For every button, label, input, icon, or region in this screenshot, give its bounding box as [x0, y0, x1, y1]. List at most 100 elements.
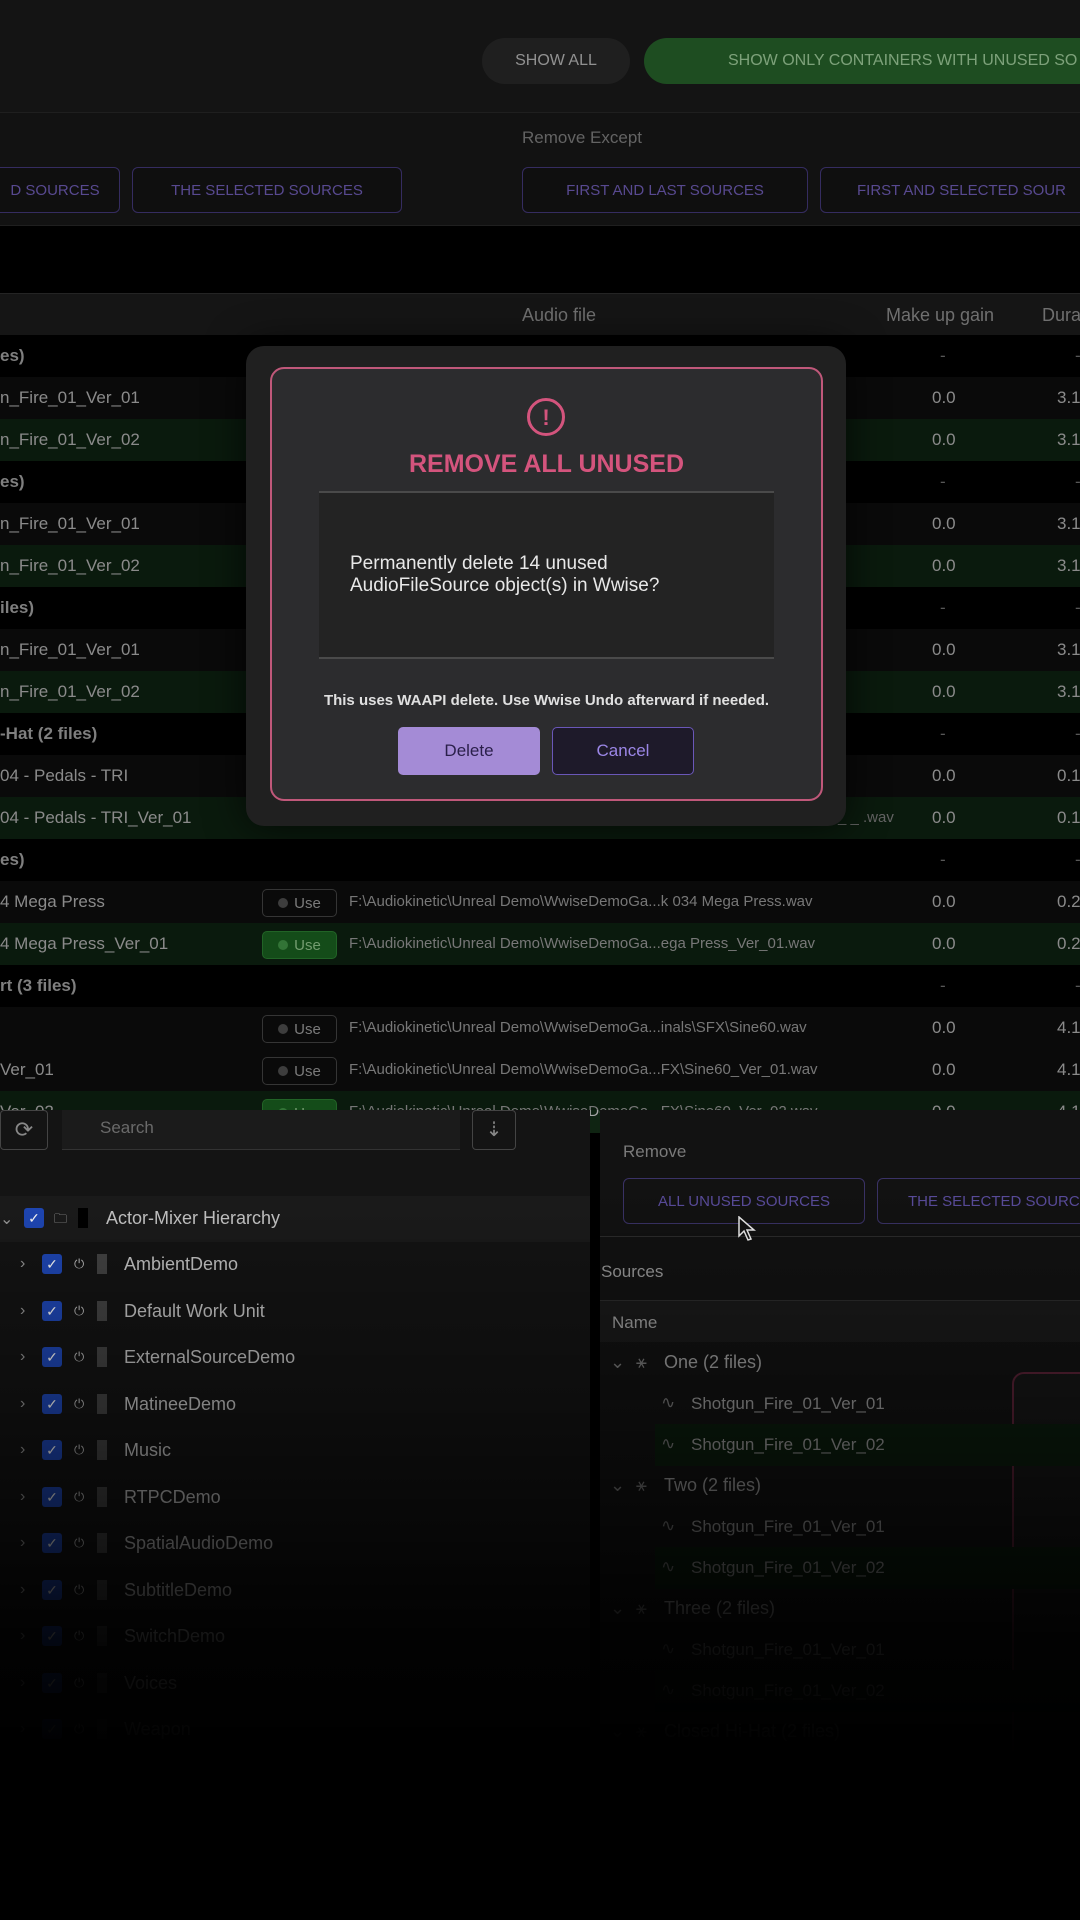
tree-item[interactable]: › ✓ ⏻ AmbientDemo: [0, 1242, 590, 1288]
chevron-right-icon[interactable]: ›: [20, 1627, 25, 1645]
chevron-right-icon[interactable]: ›: [20, 1720, 25, 1738]
tree-root[interactable]: ⌄ ✓ 🗀 Actor-Mixer Hierarchy: [0, 1196, 590, 1242]
checkbox[interactable]: ✓: [42, 1347, 62, 1367]
gain-empty: -: [940, 598, 946, 617]
search-input[interactable]: Search: [62, 1110, 460, 1150]
duration: 3.1: [1057, 430, 1080, 449]
row-name: rt (3 files): [0, 976, 77, 995]
column-audio-file[interactable]: Audio file: [522, 305, 596, 326]
chevron-right-icon[interactable]: ›: [20, 1488, 25, 1506]
checkbox[interactable]: ✓: [42, 1254, 62, 1274]
chevron-right-icon[interactable]: ›: [20, 1534, 25, 1552]
checkbox[interactable]: ✓: [42, 1579, 62, 1600]
gain-empty: -: [940, 850, 946, 869]
work-unit-icon: ⏻: [74, 1256, 85, 1271]
make-up-gain: 0.0: [932, 640, 956, 659]
use-toggle[interactable]: Use: [262, 1057, 337, 1085]
selected-sources-button[interactable]: THE SELECTED SOURC: [877, 1178, 1080, 1224]
duration-empty: -: [1075, 598, 1080, 618]
source-file[interactable]: ∿ Shotgun_Fire_01_Ver_02: [655, 1547, 1080, 1589]
chevron-right-icon[interactable]: ›: [20, 1441, 25, 1459]
duration: 3.1: [1057, 556, 1080, 575]
source-file[interactable]: ∿ Shotgun_Fire_01_Ver_01: [655, 1629, 1080, 1671]
except-first-selected-button[interactable]: FIRST AND SELECTED SOUR: [820, 167, 1080, 213]
column-duration[interactable]: Dura: [1042, 305, 1080, 326]
group-row[interactable]: es) - -: [0, 839, 1080, 881]
source-file[interactable]: ∿ Shotgun_Fire_01_Ver_01: [655, 1383, 1080, 1425]
table-row[interactable]: Use F:\Audiokinetic\Unreal Demo\WwiseDemo…: [0, 1007, 1080, 1049]
source-group-label: Closed Hi-Hat (2 files): [664, 1721, 841, 1741]
duration-empty: -: [1075, 850, 1080, 870]
work-unit-icon: ⏻: [74, 1581, 85, 1597]
checkbox[interactable]: ✓: [42, 1719, 62, 1739]
row-name: Ver_01: [0, 1060, 54, 1079]
source-group[interactable]: ⌄ ⚹ Two (2 files): [600, 1465, 1080, 1507]
sort-icon[interactable]: ⇣: [472, 1110, 516, 1150]
tree-item[interactable]: › ✓ ⏻ SpatialAudioDemo: [0, 1521, 590, 1567]
tree-item[interactable]: › ✓ ⏻ SubtitleDemo: [0, 1568, 590, 1614]
chevron-down-icon[interactable]: ⌄: [610, 1352, 625, 1373]
except-first-last-button[interactable]: FIRST AND LAST SOURCES: [522, 167, 808, 213]
tree-item-label: Music: [124, 1440, 172, 1460]
show-all-button[interactable]: SHOW ALL: [482, 38, 630, 84]
duration-empty: -: [1075, 472, 1080, 492]
column-name[interactable]: Name: [612, 1313, 657, 1333]
table-row[interactable]: 4 Mega Press Use F:\Audiokinetic\Unreal De…: [0, 881, 1080, 923]
tree-item[interactable]: › ✓ ⏻ Default Work Unit: [0, 1289, 590, 1335]
chevron-down-icon[interactable]: ⌄: [610, 1598, 625, 1619]
row-name: 4 Mega Press_Ver_01: [0, 934, 169, 953]
checkbox[interactable]: ✓: [42, 1393, 62, 1414]
checkbox[interactable]: ✓: [42, 1626, 62, 1646]
source-group[interactable]: ⌄ ⚹ Closed Hi-Hat (2 files): [600, 1711, 1080, 1753]
tree-item[interactable]: › ✓ ⏻ RTPCDemo: [0, 1475, 590, 1521]
status-dot: [278, 898, 289, 908]
use-toggle[interactable]: Use: [262, 1015, 337, 1043]
chevron-right-icon[interactable]: ›: [20, 1348, 25, 1366]
source-file-label: Shotgun_Fire_01_Ver_02: [691, 1435, 885, 1454]
source-group[interactable]: ⌄ ⚹ One (2 files): [600, 1342, 1080, 1384]
checkbox[interactable]: ✓: [24, 1208, 44, 1228]
source-file[interactable]: ∿ Shotgun_Fire_01_Ver_02: [655, 1670, 1080, 1712]
show-only-unused-button[interactable]: SHOW ONLY CONTAINERS WITH UNUSED SO: [644, 38, 1080, 84]
chevron-down-icon[interactable]: ⌄: [0, 1209, 13, 1229]
tree-item-label: SwitchDemo: [124, 1626, 226, 1646]
chevron-right-icon[interactable]: ›: [20, 1674, 25, 1692]
make-up-gain: 0.0: [932, 1018, 956, 1037]
use-toggle[interactable]: Use: [262, 931, 337, 959]
tree-item[interactable]: › ✓ ⏻ Voices: [0, 1661, 590, 1707]
use-toggle[interactable]: Use: [262, 889, 337, 917]
work-unit-icon: ⏻: [74, 1395, 85, 1411]
table-row[interactable]: Ver_01 Use F:\Audiokinetic\Unreal Demo\Wwi…: [0, 1049, 1080, 1091]
source-group-label: One (2 files): [664, 1352, 763, 1372]
remove-selected-button[interactable]: THE SELECTED SOURCES: [132, 167, 402, 213]
source-group[interactable]: ⌄ ⚹ Three (2 files): [600, 1588, 1080, 1630]
tree-item[interactable]: › ✓ ⏻ Weapon: [0, 1707, 590, 1753]
tree-item[interactable]: › ✓ ⏻ Music: [0, 1428, 590, 1474]
refresh-icon[interactable]: ⟳: [0, 1110, 48, 1150]
delete-button[interactable]: Delete: [398, 727, 540, 775]
tree-item[interactable]: › ✓ ⏻ SwitchDemo: [0, 1614, 590, 1660]
group-row[interactable]: rt (3 files) - -: [0, 965, 1080, 1007]
chevron-right-icon[interactable]: ›: [20, 1302, 25, 1320]
remove-all-unused-button[interactable]: D SOURCES: [0, 167, 120, 213]
chevron-right-icon[interactable]: ›: [20, 1255, 25, 1273]
column-make-up-gain[interactable]: Make up gain: [886, 305, 994, 326]
chevron-down-icon[interactable]: ⌄: [610, 1475, 625, 1496]
tree-item[interactable]: › ✓ ⏻ MatineeDemo: [0, 1382, 590, 1428]
sound-icon: ∿: [661, 1680, 676, 1699]
source-file[interactable]: ∿ Shotgun_Fire_01_Ver_02: [655, 1424, 1080, 1466]
row-name: n_Fire_01_Ver_02: [0, 430, 140, 449]
cancel-button[interactable]: Cancel: [552, 727, 694, 775]
tree-item[interactable]: › ✓ ⏻ ExternalSourceDemo: [0, 1335, 590, 1381]
checkbox[interactable]: ✓: [42, 1672, 62, 1693]
chevron-right-icon[interactable]: ›: [20, 1395, 25, 1413]
checkbox[interactable]: ✓: [42, 1300, 62, 1321]
source-file[interactable]: ∿ Shotgun_Fire_01_Ver_01: [655, 1506, 1080, 1548]
chevron-down-icon[interactable]: ⌄: [610, 1721, 625, 1742]
checkbox[interactable]: ✓: [42, 1533, 62, 1553]
checkbox[interactable]: ✓: [42, 1440, 62, 1460]
chevron-right-icon[interactable]: ›: [20, 1581, 25, 1599]
duration: 3.1: [1057, 514, 1080, 533]
table-row[interactable]: 4 Mega Press_Ver_01 Use F:\Audiokinetic\Un…: [0, 923, 1080, 965]
checkbox[interactable]: ✓: [42, 1486, 62, 1507]
